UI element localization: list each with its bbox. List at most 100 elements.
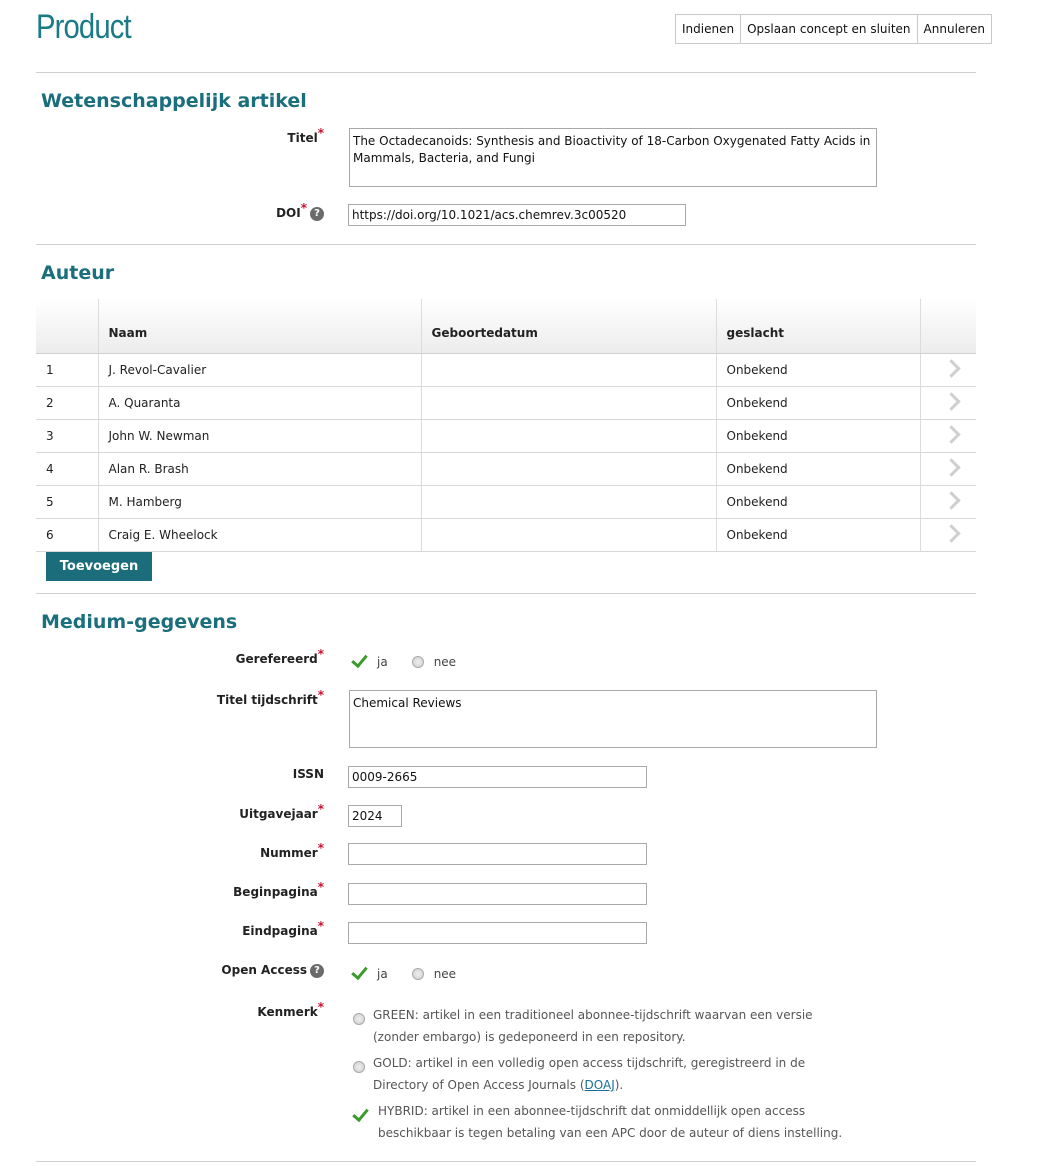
doi-label: DOI*? xyxy=(276,201,324,221)
open-access-label: Open Access? xyxy=(221,963,324,978)
kenmerk-label: Kenmerk* xyxy=(257,1000,324,1019)
author-birthdate xyxy=(421,386,717,420)
table-row[interactable]: 2 A. Quaranta Onbekend xyxy=(36,386,976,420)
section-title-article: Wetenschappelijk artikel xyxy=(41,90,307,112)
divider xyxy=(36,72,976,73)
table-row[interactable]: 3 John W. Newman Onbekend xyxy=(36,419,976,453)
year-field[interactable] xyxy=(348,805,402,827)
kenmerk-option-hybrid[interactable]: HYBRID: artikel in een abonnee-tijdschri… xyxy=(349,1100,849,1144)
help-icon[interactable]: ? xyxy=(310,963,324,978)
kenmerk-option-green[interactable]: GREEN: artikel in een traditioneel abonn… xyxy=(349,1004,849,1048)
author-birthdate xyxy=(421,485,717,519)
start-page-field[interactable] xyxy=(348,883,647,905)
open-access-no-label: nee xyxy=(433,967,457,981)
end-page-field[interactable] xyxy=(348,922,647,944)
kenmerk-option-gold[interactable]: GOLD: artikel in een volledig open acces… xyxy=(349,1052,849,1096)
end-page-label: Eindpagina* xyxy=(242,919,324,938)
cancel-button[interactable]: Annuleren xyxy=(918,15,991,43)
open-access-options: ja nee xyxy=(349,962,480,981)
column-header-gender: geslacht xyxy=(716,299,921,354)
author-gender: Onbekend xyxy=(716,518,921,552)
number-label: Nummer* xyxy=(260,841,324,860)
refereed-options: ja nee xyxy=(349,650,480,669)
chevron-right-icon[interactable] xyxy=(941,425,961,444)
author-name: Alan R. Brash xyxy=(98,452,422,486)
divider xyxy=(36,244,976,245)
author-name: J. Revol-Cavalier xyxy=(98,353,422,387)
required-marker: * xyxy=(317,841,324,855)
author-nr: 1 xyxy=(36,353,99,387)
table-row[interactable]: 4 Alan R. Brash Onbekend xyxy=(36,452,976,486)
number-field[interactable] xyxy=(348,843,647,865)
author-gender: Onbekend xyxy=(716,485,921,519)
required-marker: * xyxy=(317,880,324,894)
doi-field[interactable] xyxy=(348,204,686,226)
chevron-right-icon[interactable] xyxy=(941,491,961,510)
checkmark-icon[interactable] xyxy=(351,962,368,980)
page-title: Product xyxy=(36,8,132,46)
required-marker: * xyxy=(317,1000,324,1014)
submit-button[interactable]: Indienen xyxy=(676,15,742,43)
authors-table: Naam Geboortedatum geslacht 1 J. Revol-C… xyxy=(36,299,976,552)
required-marker: * xyxy=(317,919,324,933)
checkmark-icon[interactable] xyxy=(352,1104,369,1123)
chevron-right-icon[interactable] xyxy=(941,392,961,411)
help-icon[interactable]: ? xyxy=(310,206,324,221)
section-title-authors: Auteur xyxy=(41,262,115,284)
open-access-yes-label: ja xyxy=(377,967,388,981)
author-nr: 2 xyxy=(36,386,99,420)
author-name: Craig E. Wheelock xyxy=(98,518,422,552)
save-draft-button[interactable]: Opslaan concept en sluiten xyxy=(741,15,918,43)
column-header-birthdate: Geboortedatum xyxy=(421,299,717,354)
required-marker: * xyxy=(317,126,324,140)
checkmark-icon[interactable] xyxy=(351,650,368,668)
form-toolbar: Indienen Opslaan concept en sluiten Annu… xyxy=(675,14,992,44)
journal-title-field[interactable]: Chemical Reviews xyxy=(349,690,877,748)
refereed-label: Gerefereerd* xyxy=(235,647,324,666)
chevron-right-icon[interactable] xyxy=(941,458,961,477)
year-label: Uitgavejaar* xyxy=(239,802,324,821)
author-nr: 5 xyxy=(36,485,99,519)
divider xyxy=(36,1161,976,1162)
author-nr: 4 xyxy=(36,452,99,486)
issn-field[interactable] xyxy=(348,766,647,788)
table-header-row: Naam Geboortedatum geslacht xyxy=(36,299,976,354)
journal-label: Titel tijdschrift* xyxy=(216,688,324,707)
column-header-nr xyxy=(36,299,99,354)
author-name: A. Quaranta xyxy=(98,386,422,420)
title-field[interactable]: The Octadecanoids: Synthesis and Bioacti… xyxy=(349,128,877,187)
refereed-no-label: nee xyxy=(433,655,457,669)
title-label: Titel* xyxy=(287,126,324,145)
section-title-medium: Medium-gegevens xyxy=(41,611,238,633)
table-row[interactable]: 1 J. Revol-Cavalier Onbekend xyxy=(36,353,976,387)
author-gender: Onbekend xyxy=(716,452,921,486)
divider xyxy=(36,593,976,594)
author-nr: 6 xyxy=(36,518,99,552)
open-access-no-radio[interactable] xyxy=(411,968,424,980)
author-nr: 3 xyxy=(36,419,99,453)
author-birthdate xyxy=(421,419,717,453)
author-birthdate xyxy=(421,518,717,552)
table-row[interactable]: 5 M. Hamberg Onbekend xyxy=(36,485,976,519)
gold-radio[interactable] xyxy=(353,1061,365,1073)
doaj-link[interactable]: DOAJ xyxy=(585,1078,615,1092)
refereed-yes-label: ja xyxy=(377,655,388,669)
required-marker: * xyxy=(317,802,324,816)
author-birthdate xyxy=(421,452,717,486)
author-name: John W. Newman xyxy=(98,419,422,453)
chevron-right-icon[interactable] xyxy=(941,359,961,378)
required-marker: * xyxy=(317,647,324,661)
issn-label: ISSN xyxy=(292,767,324,781)
refereed-no-radio[interactable] xyxy=(411,656,424,668)
hybrid-option-label: HYBRID: artikel in een abonnee-tijdschri… xyxy=(378,1104,843,1140)
green-option-label: GREEN: artikel in een traditioneel abonn… xyxy=(373,1008,813,1044)
column-header-actions xyxy=(920,299,976,354)
author-gender: Onbekend xyxy=(716,386,921,420)
green-radio[interactable] xyxy=(353,1013,365,1025)
author-name: M. Hamberg xyxy=(98,485,422,519)
chevron-right-icon[interactable] xyxy=(941,524,961,543)
required-marker: * xyxy=(317,688,324,702)
table-row[interactable]: 6 Craig E. Wheelock Onbekend xyxy=(36,518,976,552)
add-author-button[interactable]: Toevoegen xyxy=(46,552,152,581)
author-birthdate xyxy=(421,353,717,387)
